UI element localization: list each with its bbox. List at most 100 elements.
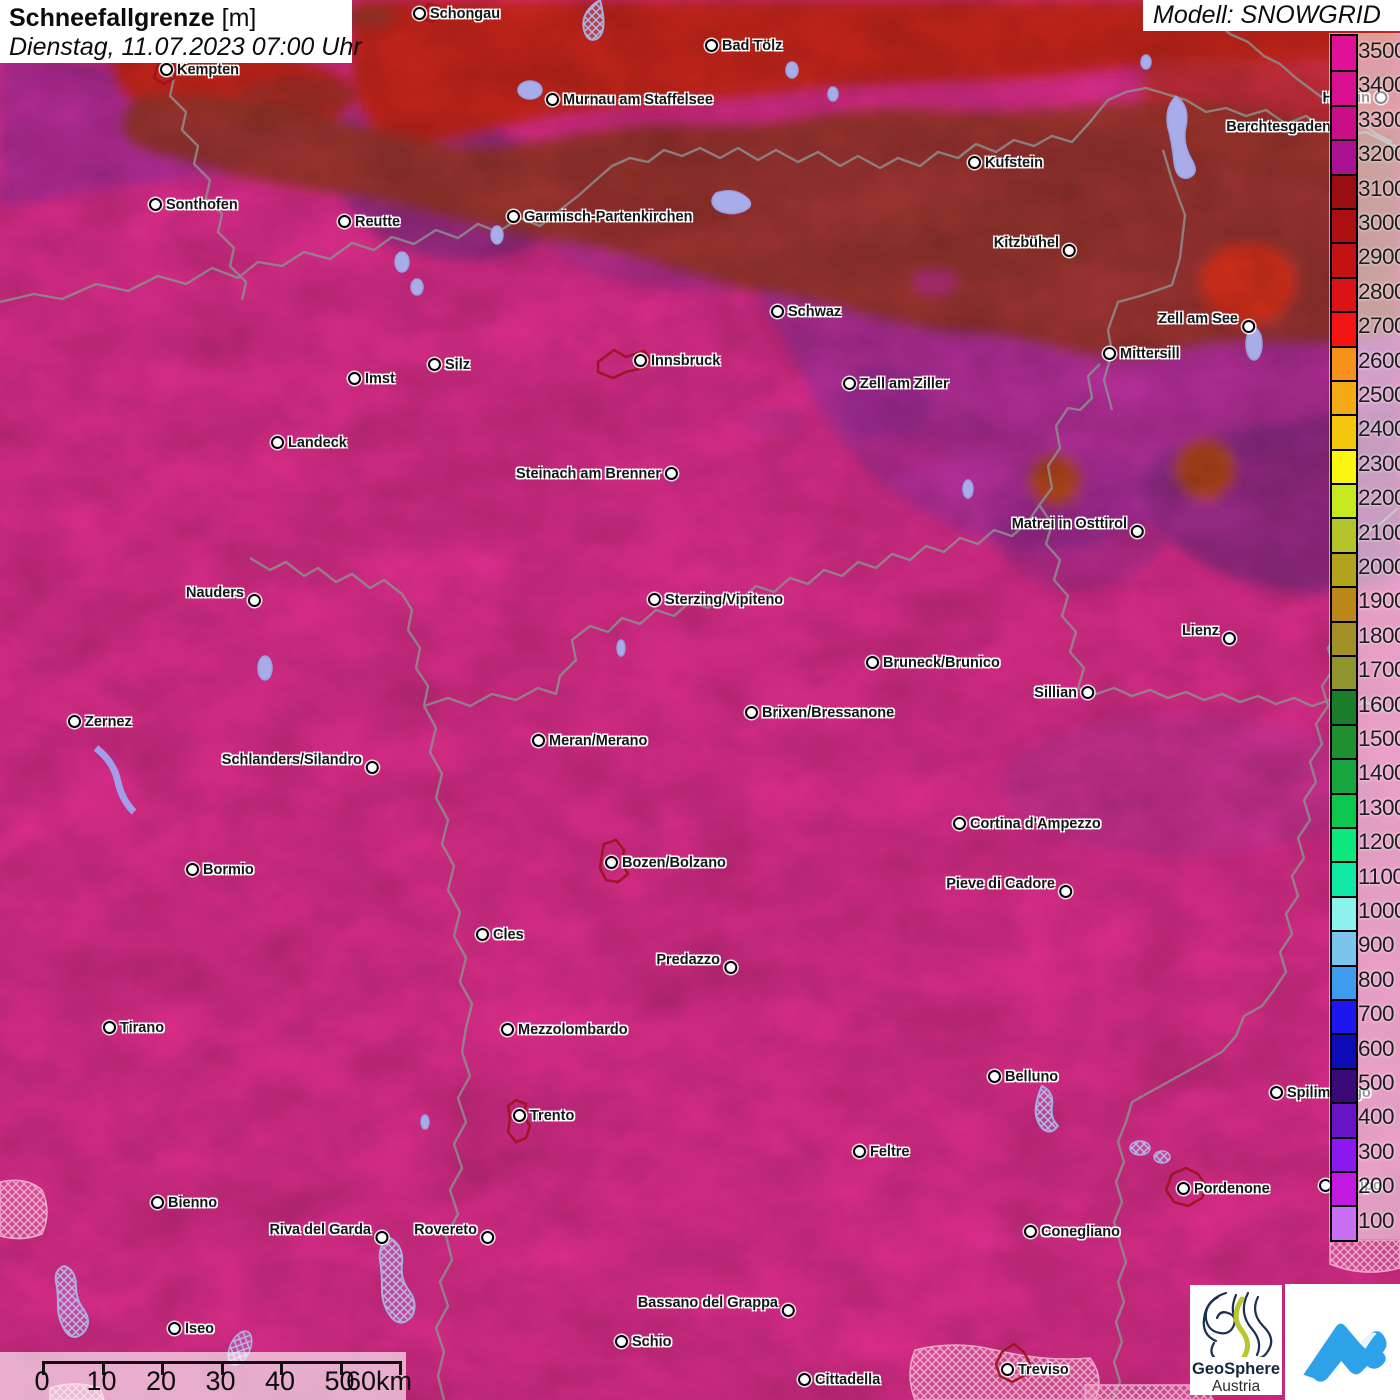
map-datetime: Dienstag, 11.07.2023 07:00 Uhr — [9, 33, 362, 61]
geosphere-logo-box: GeoSphere Austria — [1190, 1285, 1282, 1395]
colorbar-segment-900 — [1332, 930, 1356, 965]
city-label: Schongau — [430, 6, 501, 22]
colorbar — [1330, 34, 1358, 1242]
colorbar-tick-label: 300 — [1358, 1138, 1395, 1164]
city-zell-am-ziller: Zell am Ziller — [843, 376, 949, 392]
colorbar-tick-label: 600 — [1358, 1035, 1395, 1061]
city-dot — [605, 856, 618, 869]
city-schlanders-silandro: Schlanders/Silandro — [222, 752, 379, 774]
city-cles: Cles — [476, 927, 524, 943]
city-label: Imst — [365, 371, 395, 387]
city-dot — [481, 1231, 494, 1244]
city-pordenone: Pordenone — [1177, 1181, 1270, 1197]
city-meran-merano: Meran/Merano — [532, 733, 647, 749]
colorbar-tick-label: 1000 — [1358, 898, 1400, 923]
colorbar-tick-label: 100 — [1358, 1207, 1395, 1233]
colorbar-tick-label: 3200 — [1358, 141, 1400, 167]
city-label: Sonthofen — [166, 197, 238, 213]
colorbar-tick-label: 2200 — [1358, 485, 1400, 511]
city-brixen-bressanone: Brixen/Bressanone — [745, 705, 894, 721]
city-label: Cortina d'Ampezzo — [970, 816, 1101, 832]
city-dot — [375, 1231, 388, 1244]
colorbar-segment-800 — [1332, 964, 1356, 999]
colorbar-segment-1800 — [1332, 620, 1356, 656]
city-dot — [160, 63, 173, 76]
colorbar-tick-label: 1700 — [1358, 657, 1400, 683]
city-dot — [705, 39, 718, 52]
city-rovereto: Rovereto — [414, 1222, 494, 1244]
colorbar-tick-label: 800 — [1358, 966, 1395, 992]
colorbar-tick-label: 2500 — [1358, 382, 1400, 407]
scale-bar-label: 40 — [264, 1366, 296, 1396]
colorbar-tick-label: 1600 — [1358, 691, 1400, 717]
city-iseo: Iseo — [168, 1321, 214, 1337]
city-label: Matrei in Osttirol — [1011, 516, 1127, 532]
city-label: Pieve di Cadore — [946, 876, 1055, 892]
city-label: Nauders — [185, 585, 244, 601]
city-zell-am-see: Zell am See — [1158, 311, 1255, 333]
city-label: Zell am Ziller — [860, 376, 949, 392]
city-dot — [149, 198, 162, 211]
colorbar-segment-1600 — [1332, 689, 1356, 724]
city-label: Murnau am Staffelsee — [563, 92, 713, 108]
colorbar-segment-2000 — [1332, 551, 1356, 587]
city-label: Bormio — [203, 862, 254, 878]
colorbar-tick-label: 2300 — [1358, 450, 1400, 476]
city-dot — [665, 467, 678, 480]
colorbar-segment-700 — [1332, 998, 1356, 1034]
city-schio: Schio — [615, 1334, 671, 1350]
city-label: Innsbruck — [651, 353, 721, 369]
city-label: Cittadella — [815, 1372, 881, 1388]
colorbar-tick-label: 2400 — [1358, 416, 1400, 442]
colorbar-tick-label: 1900 — [1358, 588, 1400, 614]
colorbar-segment-400 — [1332, 1102, 1356, 1137]
colorbar-tick-label: 1400 — [1358, 760, 1400, 786]
city-dot — [186, 863, 199, 876]
colorbar-tick-label: 2800 — [1358, 278, 1400, 304]
colorbar-tick-label: 700 — [1358, 1001, 1395, 1027]
city-label: Steinach am Brenner — [515, 466, 661, 482]
city-dot — [953, 817, 966, 830]
colorbar-segment-1000 — [1332, 895, 1356, 931]
colorbar-tick-label: 400 — [1358, 1104, 1395, 1130]
city-pieve-di-cadore: Pieve di Cadore — [946, 876, 1072, 898]
city-dot — [968, 156, 981, 169]
city-imst: Imst — [348, 371, 395, 387]
city-bozen-bolzano: Bozen/Bolzano — [605, 855, 726, 871]
colorbar-segment-2900 — [1332, 242, 1356, 277]
city-label: Kufstein — [985, 155, 1043, 171]
scale-bar-label: 60km — [345, 1366, 413, 1396]
colorbar-segment-2400 — [1332, 414, 1356, 449]
colorbar-segment-3200 — [1332, 139, 1356, 174]
city-mezzolombardo: Mezzolombardo — [501, 1022, 628, 1038]
city-kufstein: Kufstein — [968, 155, 1043, 171]
city-mittersill: Mittersill — [1103, 346, 1180, 362]
city-label: Garmisch-Partenkirchen — [524, 209, 693, 225]
city-cortina-d-ampezzo: Cortina d'Ampezzo — [953, 816, 1101, 832]
city-lienz: Lienz — [1182, 623, 1236, 645]
scale-bar-label: 10 — [86, 1366, 117, 1396]
city-label: Treviso — [1018, 1362, 1069, 1378]
city-zernez: Zernez — [68, 714, 132, 730]
city-dot — [745, 706, 758, 719]
city-label: Reutte — [355, 214, 401, 230]
city-dot — [988, 1070, 1001, 1083]
city-dot — [853, 1145, 866, 1158]
colorbar-tick-label: 3100 — [1358, 175, 1400, 201]
city-label: Schlanders/Silandro — [221, 752, 362, 768]
colorbar-tick-label: 3400 — [1358, 72, 1400, 98]
city-dot — [348, 372, 361, 385]
city-label: Mittersill — [1120, 346, 1180, 362]
city-kitzbühel: Kitzbühel — [994, 235, 1076, 257]
city-label: Cles — [493, 927, 524, 943]
city-dot — [507, 210, 520, 223]
colorbar-tick-label: 200 — [1358, 1173, 1395, 1199]
colorbar-segment-500 — [1332, 1067, 1356, 1103]
city-schwaz: Schwaz — [771, 304, 841, 320]
map-title: Schneefallgrenze [m] — [9, 3, 352, 33]
city-landeck: Landeck — [271, 435, 347, 451]
colorbar-tick-label: 900 — [1358, 932, 1395, 958]
city-label: Berchtesgaden — [1226, 119, 1331, 135]
city-label: Belluno — [1005, 1069, 1059, 1085]
city-label: Bienno — [168, 1195, 218, 1211]
